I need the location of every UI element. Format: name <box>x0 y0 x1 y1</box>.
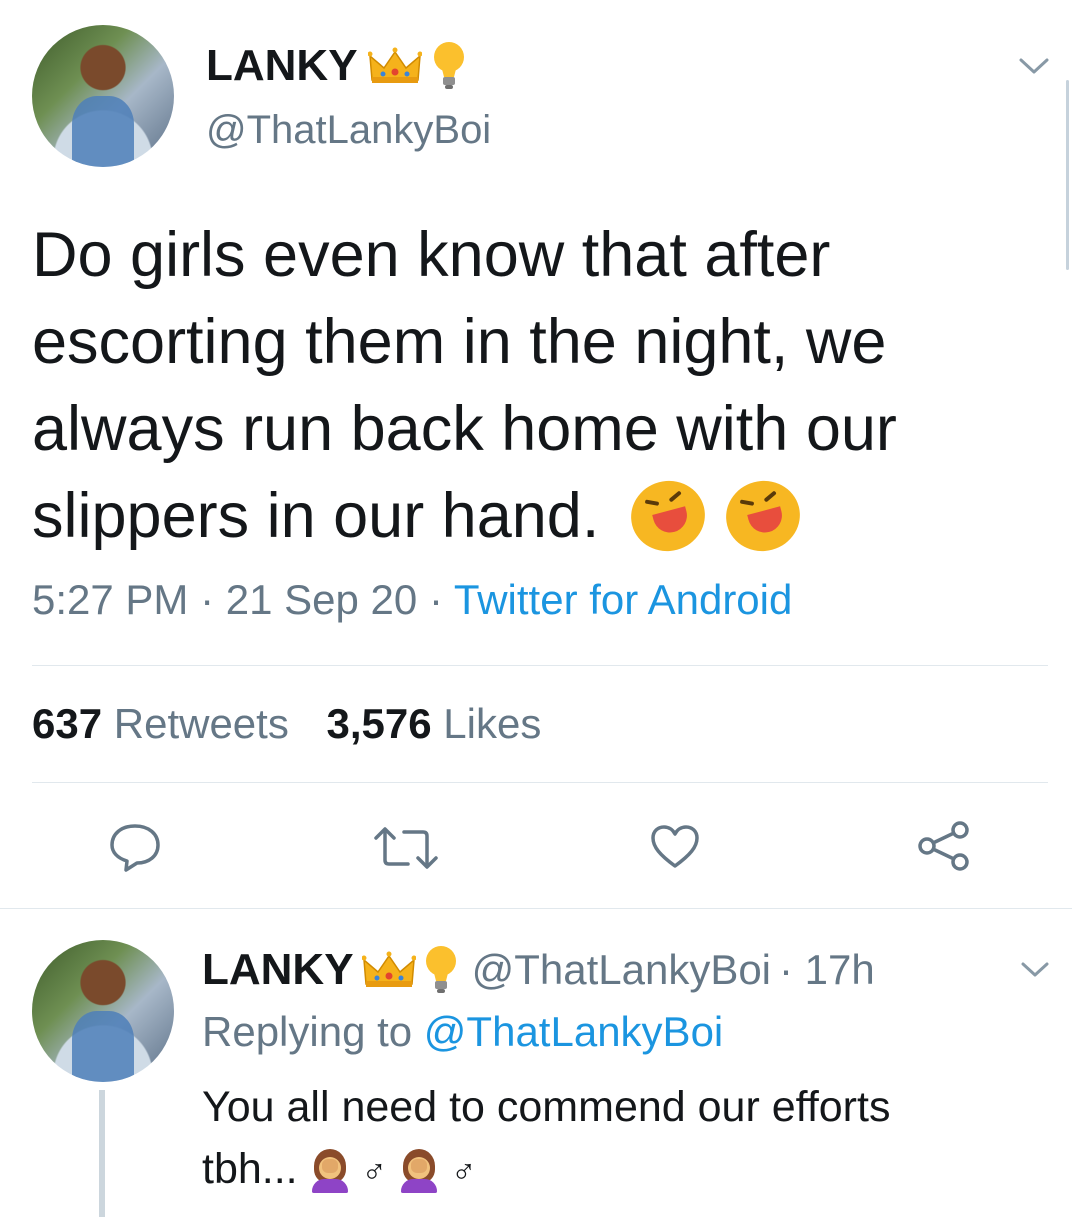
light-bulb-icon <box>425 946 456 993</box>
replying-to-handle-link[interactable]: @ThatLankyBoi <box>424 1008 723 1055</box>
retweet-icon[interactable] <box>374 826 438 870</box>
woman-facepalming-icon <box>399 1149 439 1193</box>
thread-line <box>99 1090 105 1217</box>
scrollbar-thumb[interactable] <box>1066 80 1069 270</box>
author-handle[interactable]: @ThatLankyBoi <box>206 108 491 153</box>
reply-text-line: You all need to commend our efforts <box>202 1083 891 1131</box>
tweet-text-line: Do girls even know that after <box>32 220 831 290</box>
reply-author-display-name[interactable]: LANKY <box>202 945 354 995</box>
tweet-meta: 5:27 PM · 21 Sep 20 · Twitter for Androi… <box>32 576 792 624</box>
woman-facepalming-icon <box>310 1149 350 1193</box>
reply-chevron-down-icon[interactable] <box>1020 960 1050 980</box>
like-heart-icon[interactable] <box>650 824 700 870</box>
chevron-down-icon[interactable] <box>1018 56 1050 76</box>
tweet-text-line: slippers in our hand. <box>32 481 600 551</box>
tweet-time: 5:27 PM <box>32 576 189 623</box>
divider <box>32 782 1048 783</box>
meta-separator: · <box>200 576 215 623</box>
share-icon[interactable] <box>916 820 970 872</box>
reply-text-line-2: tbh... ♂ ♂ <box>202 1138 1062 1203</box>
meta-separator: · <box>428 576 443 623</box>
author-avatar[interactable] <box>32 25 174 167</box>
crown-icon <box>367 47 422 83</box>
replying-to: Replying to @ThatLankyBoi <box>202 1008 723 1056</box>
author-name-row[interactable]: LANKY <box>206 38 466 94</box>
divider <box>0 908 1072 909</box>
retweets-count: 637 <box>32 700 103 747</box>
tweet-text-last-line: slippers in our hand. <box>32 472 1052 560</box>
tweet-stats: 637 Retweets 3,576 Likes <box>32 700 541 748</box>
rofl-emoji-icon <box>623 472 713 560</box>
likes-stat[interactable]: 3,576 Likes <box>327 700 542 747</box>
reply-icon[interactable] <box>108 822 162 872</box>
male-sign-icon: ♂ <box>450 1153 477 1191</box>
reply-header: LANKY @ThatLankyBoi · 17h <box>202 942 875 998</box>
male-sign-icon: ♂ <box>361 1153 388 1191</box>
likes-label: Likes <box>443 700 542 747</box>
reply-author-avatar[interactable] <box>32 940 174 1082</box>
crown-icon <box>361 951 416 987</box>
likes-count: 3,576 <box>326 700 432 747</box>
tweet-text-line: always run back home with our <box>32 394 897 464</box>
reply-text-tbh: tbh... <box>202 1145 298 1193</box>
tweet-text: Do girls even know that after escorting … <box>32 212 1052 560</box>
replying-to-prefix: Replying to <box>202 1008 413 1055</box>
light-bulb-icon <box>433 42 464 89</box>
tweet-date: 21 Sep 20 <box>225 576 418 623</box>
author-display-name[interactable]: LANKY <box>206 41 358 91</box>
reply-text: You all need to commend our efforts tbh.… <box>202 1076 1062 1203</box>
reply-author-handle[interactable]: @ThatLankyBoi <box>472 946 771 994</box>
retweets-label: Retweets <box>113 700 289 747</box>
reply-age: · 17h <box>779 946 875 993</box>
retweets-stat[interactable]: 637 Retweets <box>32 700 301 747</box>
tweet-text-line: escorting them in the night, we <box>32 307 887 377</box>
tweet-source-link[interactable]: Twitter for Android <box>454 576 792 623</box>
rofl-emoji-icon <box>718 472 809 560</box>
divider <box>32 665 1048 666</box>
